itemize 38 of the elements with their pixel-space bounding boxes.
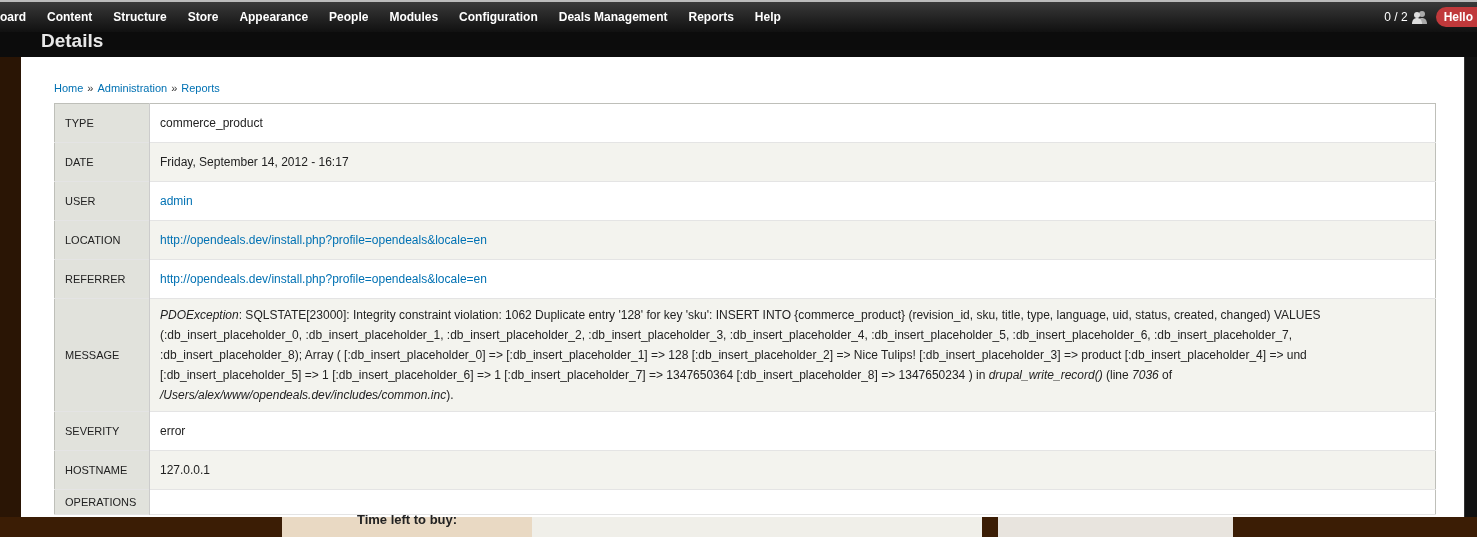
- detail-link[interactable]: admin: [160, 194, 193, 208]
- breadcrumb-link[interactable]: Administration: [97, 79, 168, 97]
- toolbar-menu-item[interactable]: Configuration: [459, 8, 538, 26]
- detail-label: LOCATION: [65, 233, 121, 246]
- breadcrumb-separator: »: [87, 80, 94, 96]
- detail-label: HOSTNAME: [65, 463, 128, 476]
- breadcrumb-link[interactable]: Reports: [181, 79, 220, 97]
- detail-label: MESSAGE: [65, 348, 120, 361]
- toolbar-menu-item[interactable]: People: [329, 8, 369, 26]
- toolbar-menu-item[interactable]: Deals Management: [558, 8, 668, 26]
- hello-button[interactable]: Hello: [1435, 7, 1477, 27]
- detail-link[interactable]: http://opendeals.dev/install.php?profile=opendeals&locale=en: [160, 233, 487, 247]
- detail-label: OPERATIONS: [65, 495, 137, 508]
- breadcrumb-link[interactable]: Home: [54, 79, 84, 97]
- error-message: PDOException: SQLSTATE[23000]: Integrity constraint violation: 1062 Duplicate entry '128' for key 'sku': INSERT INTO {commerce_product} (revision_id, sku, title, type, language, uid, status, created, changed) VALUES (:db_insert_placeholder_0, :db_insert_placeholder_1, :db_insert_placeholder_2, :db_insert_placeholder_3, :db_insert_placeholder_4, :db_insert_placeholder_5, :db_insert_placeholder_6, :db_insert_placeholder_7, :db_insert_placeholder_8); Array ( [:db_insert_placeholder_0] => [:db_insert_placeholder_1] => 128 [:db_insert_placeholder_2] => Nice Tulips! [:db_insert_placeholder_3] => product [:db_insert_placeholder_4] => und [:db_insert_placeholder_5] => 1 [:db_insert_placeholder_6] => 1 [:db_insert_placeholder_7] => 1347650364 [:db_insert_placeholder_8] => 1347650234 ) in drupal_write_record() (line 7036 of /Users/alex/www/opendeals.dev/includes/common.inc).: [160, 308, 1321, 402]
- users-icon: [1411, 10, 1428, 24]
- detail-link[interactable]: http://opendeals.dev/install.php?profile=opendeals&locale=en: [160, 272, 487, 286]
- toolbar-menu-item[interactable]: Modules: [389, 8, 439, 26]
- toolbar-menu-item[interactable]: Help: [754, 8, 781, 26]
- detail-value: 127.0.0.1: [160, 463, 211, 477]
- detail-label: DATE: [65, 155, 94, 168]
- detail-label: REFERRER: [65, 272, 126, 285]
- toolbar-menu-item[interactable]: Appearance: [239, 8, 309, 26]
- detail-label: TYPE: [65, 116, 94, 129]
- detail-label: SEVERITY: [65, 424, 120, 437]
- toolbar-menu-item[interactable]: Store: [187, 8, 219, 26]
- background-text: Time left to buy:: [356, 513, 458, 529]
- toolbar-menu-item[interactable]: oard: [0, 8, 26, 26]
- detail-label: USER: [65, 194, 96, 207]
- breadcrumb-separator: »: [171, 80, 178, 96]
- user-count: 0 / 2: [1384, 9, 1408, 26]
- detail-value: error: [160, 424, 186, 438]
- detail-value: Friday, September 14, 2012 - 16:17: [160, 155, 349, 169]
- toolbar-menu-item[interactable]: Structure: [113, 8, 167, 26]
- toolbar-menu-item[interactable]: Reports: [688, 8, 734, 26]
- detail-value: commerce_product: [160, 116, 263, 130]
- page-title: Details: [41, 31, 104, 50]
- toolbar-menu-item[interactable]: Content: [47, 8, 93, 26]
